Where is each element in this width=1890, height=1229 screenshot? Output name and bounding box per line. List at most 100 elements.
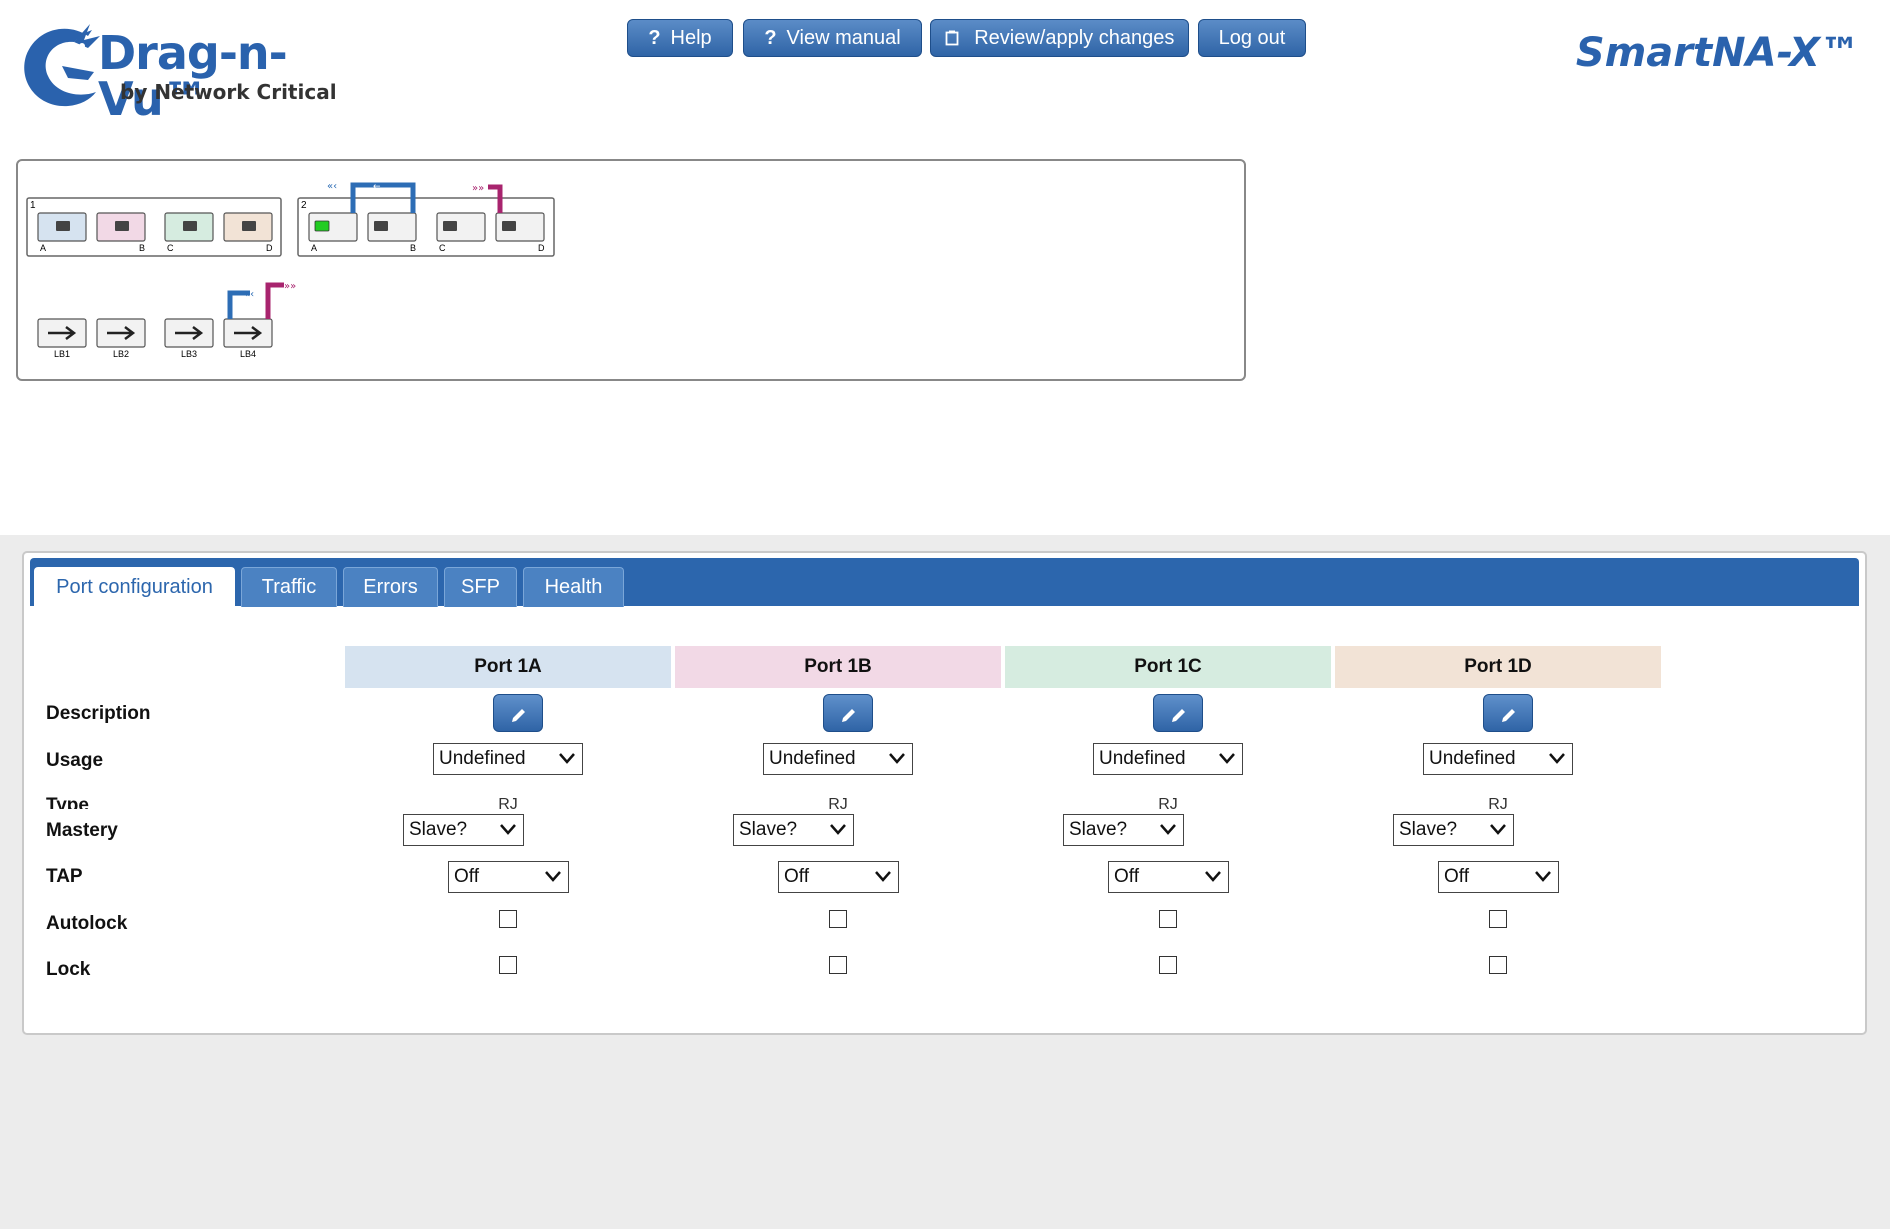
port-1a-type-value: RJ — [498, 796, 518, 810]
svg-text:«‹: «‹ — [327, 181, 337, 192]
port-1c-mastery-select[interactable]: Slave? — [1063, 814, 1184, 846]
port-1c-lock-checkbox[interactable] — [1159, 956, 1177, 974]
row-label-mastery: Mastery — [46, 820, 118, 841]
loopback-lb2[interactable]: LB2 — [96, 318, 146, 359]
port-1c-type-value: RJ — [1158, 796, 1178, 810]
port-1a-mastery-value: Slave? — [409, 819, 468, 840]
review-apply-label: Review/apply changes — [974, 27, 1175, 49]
port-1b-tap-select[interactable]: Off — [778, 861, 899, 893]
logout-label: Log out — [1218, 27, 1286, 49]
loopback-lb4[interactable]: LB4 — [223, 318, 273, 359]
port-1a-tap-select[interactable]: Off — [448, 861, 569, 893]
port-1d-mastery-value: Slave? — [1399, 819, 1458, 840]
port-1a-description-edit-button[interactable] — [493, 694, 543, 732]
port-1b-usage-select[interactable]: Undefined — [763, 743, 913, 775]
svg-text:D: D — [266, 243, 273, 253]
logo-subtitle: by Network Critical — [120, 80, 337, 104]
port-1a-usage-value: Undefined — [439, 748, 526, 769]
port-1b-type-value: RJ — [828, 796, 848, 810]
port-1c-tap-select[interactable]: Off — [1108, 861, 1229, 893]
chevron-down-icon — [500, 824, 516, 835]
help-label: Help — [670, 27, 712, 49]
chevron-down-icon — [830, 824, 846, 835]
view-manual-label: View manual — [786, 27, 901, 49]
port-config-panel: Port configuration Traffic Errors SFP He… — [22, 551, 1867, 1035]
svg-text:«‹: «‹ — [244, 289, 254, 300]
port-1b-tap-value: Off — [784, 866, 809, 887]
pencil-icon — [1502, 709, 1515, 722]
port-1d-mastery-select[interactable]: Slave? — [1393, 814, 1514, 846]
port-1c-description-edit-button[interactable] — [1153, 694, 1203, 732]
chevron-down-icon — [1535, 871, 1551, 882]
port-1b-mastery-value: Slave? — [739, 819, 798, 840]
port-1c-mastery-value: Slave? — [1069, 819, 1128, 840]
port-1a-autolock-checkbox[interactable] — [499, 910, 517, 928]
tab-health[interactable]: Health — [523, 567, 624, 607]
port-1b-usage-value: Undefined — [769, 748, 856, 769]
logo-title: Drag-n-Vu™ — [98, 26, 288, 126]
port-1b-autolock-checkbox[interactable] — [829, 910, 847, 928]
review-apply-button[interactable]: Review/apply changes — [930, 19, 1189, 57]
chevron-down-icon — [875, 871, 891, 882]
link-lb4-magenta[interactable]: »» — [265, 281, 296, 319]
port-1d-tap-select[interactable]: Off — [1438, 861, 1559, 893]
port-1b-mastery-select[interactable]: Slave? — [733, 814, 854, 846]
chevron-down-icon — [1160, 824, 1176, 835]
port-1a-header: Port 1A — [345, 646, 671, 688]
pencil-icon — [842, 709, 855, 722]
loopback-lb1[interactable]: LB1 — [37, 318, 87, 359]
port-1d-header: Port 1D — [1335, 646, 1661, 688]
logout-button[interactable]: Log out — [1198, 19, 1306, 57]
module-1-label: 1 — [30, 200, 36, 211]
svg-text:C: C — [167, 243, 174, 253]
port-1c-autolock-checkbox[interactable] — [1159, 910, 1177, 928]
port-1b-description-edit-button[interactable] — [823, 694, 873, 732]
clipboard-icon — [945, 27, 965, 49]
svg-text:D: D — [538, 243, 545, 253]
port-1d-type-value: RJ — [1488, 796, 1508, 810]
port-1d-description-edit-button[interactable] — [1483, 694, 1533, 732]
loopback-lb3[interactable]: LB3 — [164, 318, 214, 359]
row-label-lock: Lock — [46, 959, 91, 980]
port-1d-usage-value: Undefined — [1429, 748, 1516, 769]
svg-text:B: B — [410, 243, 416, 253]
port-1a-tap-value: Off — [454, 866, 479, 887]
tab-sfp[interactable]: SFP — [444, 567, 517, 607]
link-lb4-blue[interactable]: «‹ — [227, 289, 254, 319]
port-1a-lock-checkbox[interactable] — [499, 956, 517, 974]
svg-text:»»: »» — [472, 183, 484, 194]
port-1a-mastery-select[interactable]: Slave? — [403, 814, 524, 846]
row-label-type: Type — [46, 795, 89, 809]
question-icon: ? — [648, 27, 661, 49]
port-1b-lock-checkbox[interactable] — [829, 956, 847, 974]
tab-traffic[interactable]: Traffic — [241, 567, 337, 607]
svg-text:LB3: LB3 — [181, 349, 197, 359]
dragon-logo-icon — [24, 24, 100, 107]
chevron-down-icon — [559, 753, 575, 764]
help-button[interactable]: ? Help — [627, 19, 733, 57]
port-1d-tap-value: Off — [1444, 866, 1469, 887]
row-label-usage: Usage — [46, 750, 104, 771]
port-1c-usage-select[interactable]: Undefined — [1093, 743, 1243, 775]
svg-text:»»: »» — [284, 281, 296, 292]
row-label-description: Description — [46, 703, 151, 724]
svg-text:A: A — [311, 243, 317, 253]
svg-text:LB4: LB4 — [240, 349, 256, 359]
chevron-down-icon — [545, 871, 561, 882]
svg-text:←: ← — [373, 182, 381, 192]
pencil-icon — [1172, 709, 1185, 722]
smartna-x-brand: SmartNA-X™ — [1575, 30, 1860, 76]
port-1d-autolock-checkbox[interactable] — [1489, 910, 1507, 928]
port-1d-lock-checkbox[interactable] — [1489, 956, 1507, 974]
row-label-autolock: Autolock — [46, 913, 128, 934]
topology-diagram: 1 A B C D 2 A B C D «‹ ← »» LB1 LB2 LB3 … — [16, 159, 1246, 381]
port-1d-usage-select[interactable]: Undefined — [1423, 743, 1573, 775]
tab-errors[interactable]: Errors — [343, 567, 438, 607]
port-1a-usage-select[interactable]: Undefined — [433, 743, 583, 775]
question-icon: ? — [764, 27, 777, 49]
module-2-label: 2 — [301, 200, 307, 211]
port-1b-header: Port 1B — [675, 646, 1001, 688]
chevron-down-icon — [1205, 871, 1221, 882]
tab-port-configuration[interactable]: Port configuration — [34, 567, 235, 608]
view-manual-button[interactable]: ? View manual — [743, 19, 922, 57]
